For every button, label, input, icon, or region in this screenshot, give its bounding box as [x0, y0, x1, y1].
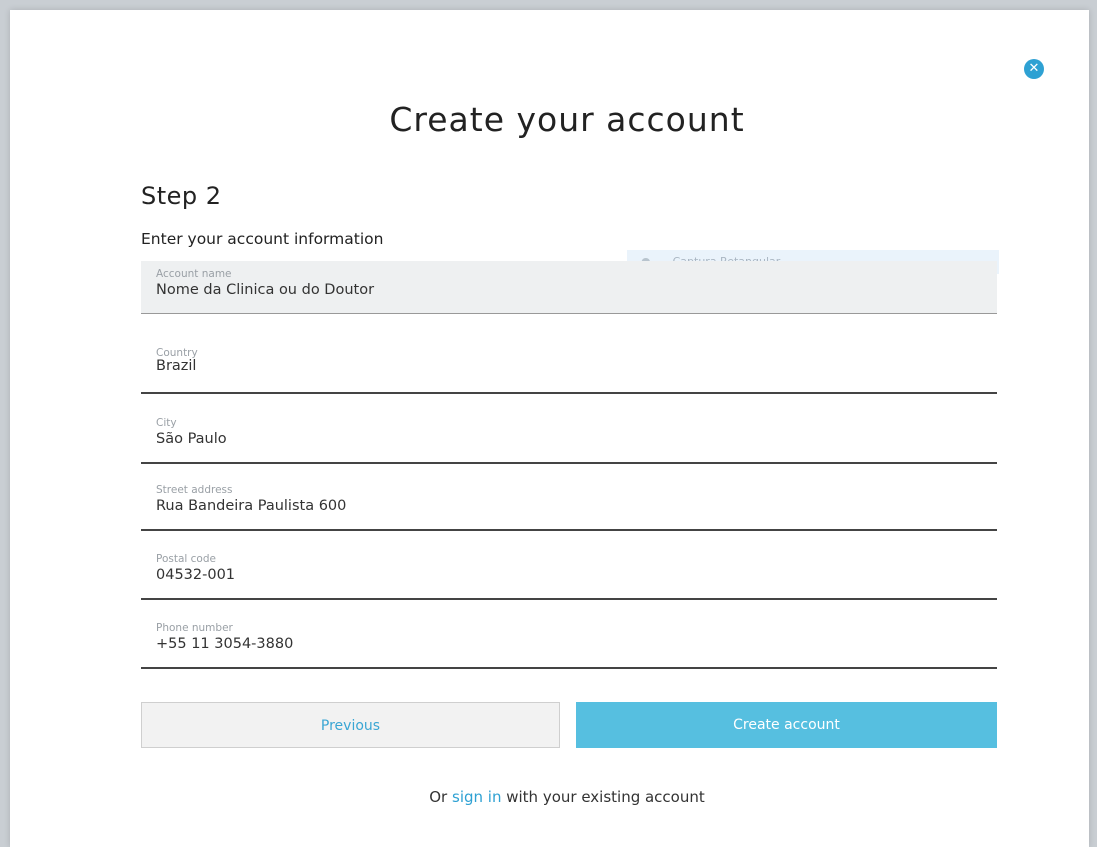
street-address-input[interactable]: [156, 498, 976, 514]
account-name-input[interactable]: [156, 282, 976, 298]
field-label: City: [156, 417, 177, 429]
field-label: Phone number: [156, 622, 233, 634]
sign-in-prefix: Or: [429, 788, 448, 806]
street-address-field[interactable]: Street address: [141, 477, 997, 531]
account-name-field[interactable]: Account name: [141, 261, 997, 314]
city-input[interactable]: [156, 431, 976, 447]
close-icon[interactable]: ✕: [1024, 59, 1044, 79]
page-title: Create your account: [389, 100, 745, 139]
postal-code-input[interactable]: [156, 567, 976, 583]
sign-in-prompt: Or sign in with your existing account: [10, 788, 1097, 806]
create-account-button[interactable]: Create account: [576, 702, 997, 748]
phone-number-field[interactable]: Phone number: [141, 615, 997, 669]
step-subtitle: Enter your account information: [141, 230, 384, 248]
postal-code-field[interactable]: Postal code: [141, 546, 997, 600]
field-label: Postal code: [156, 553, 216, 565]
country-input[interactable]: [156, 358, 976, 374]
sign-in-link[interactable]: sign in: [452, 788, 501, 806]
phone-number-input[interactable]: [156, 636, 976, 652]
sign-in-suffix: with your existing account: [506, 788, 705, 806]
create-account-dialog: ✕ Create your account Step 2 Enter your …: [10, 10, 1089, 847]
field-label: Street address: [156, 484, 233, 496]
country-field[interactable]: Country: [141, 340, 997, 394]
previous-button[interactable]: Previous: [141, 702, 560, 748]
city-field[interactable]: City: [141, 410, 997, 464]
step-heading: Step 2: [141, 182, 222, 210]
field-label: Account name: [156, 268, 232, 280]
